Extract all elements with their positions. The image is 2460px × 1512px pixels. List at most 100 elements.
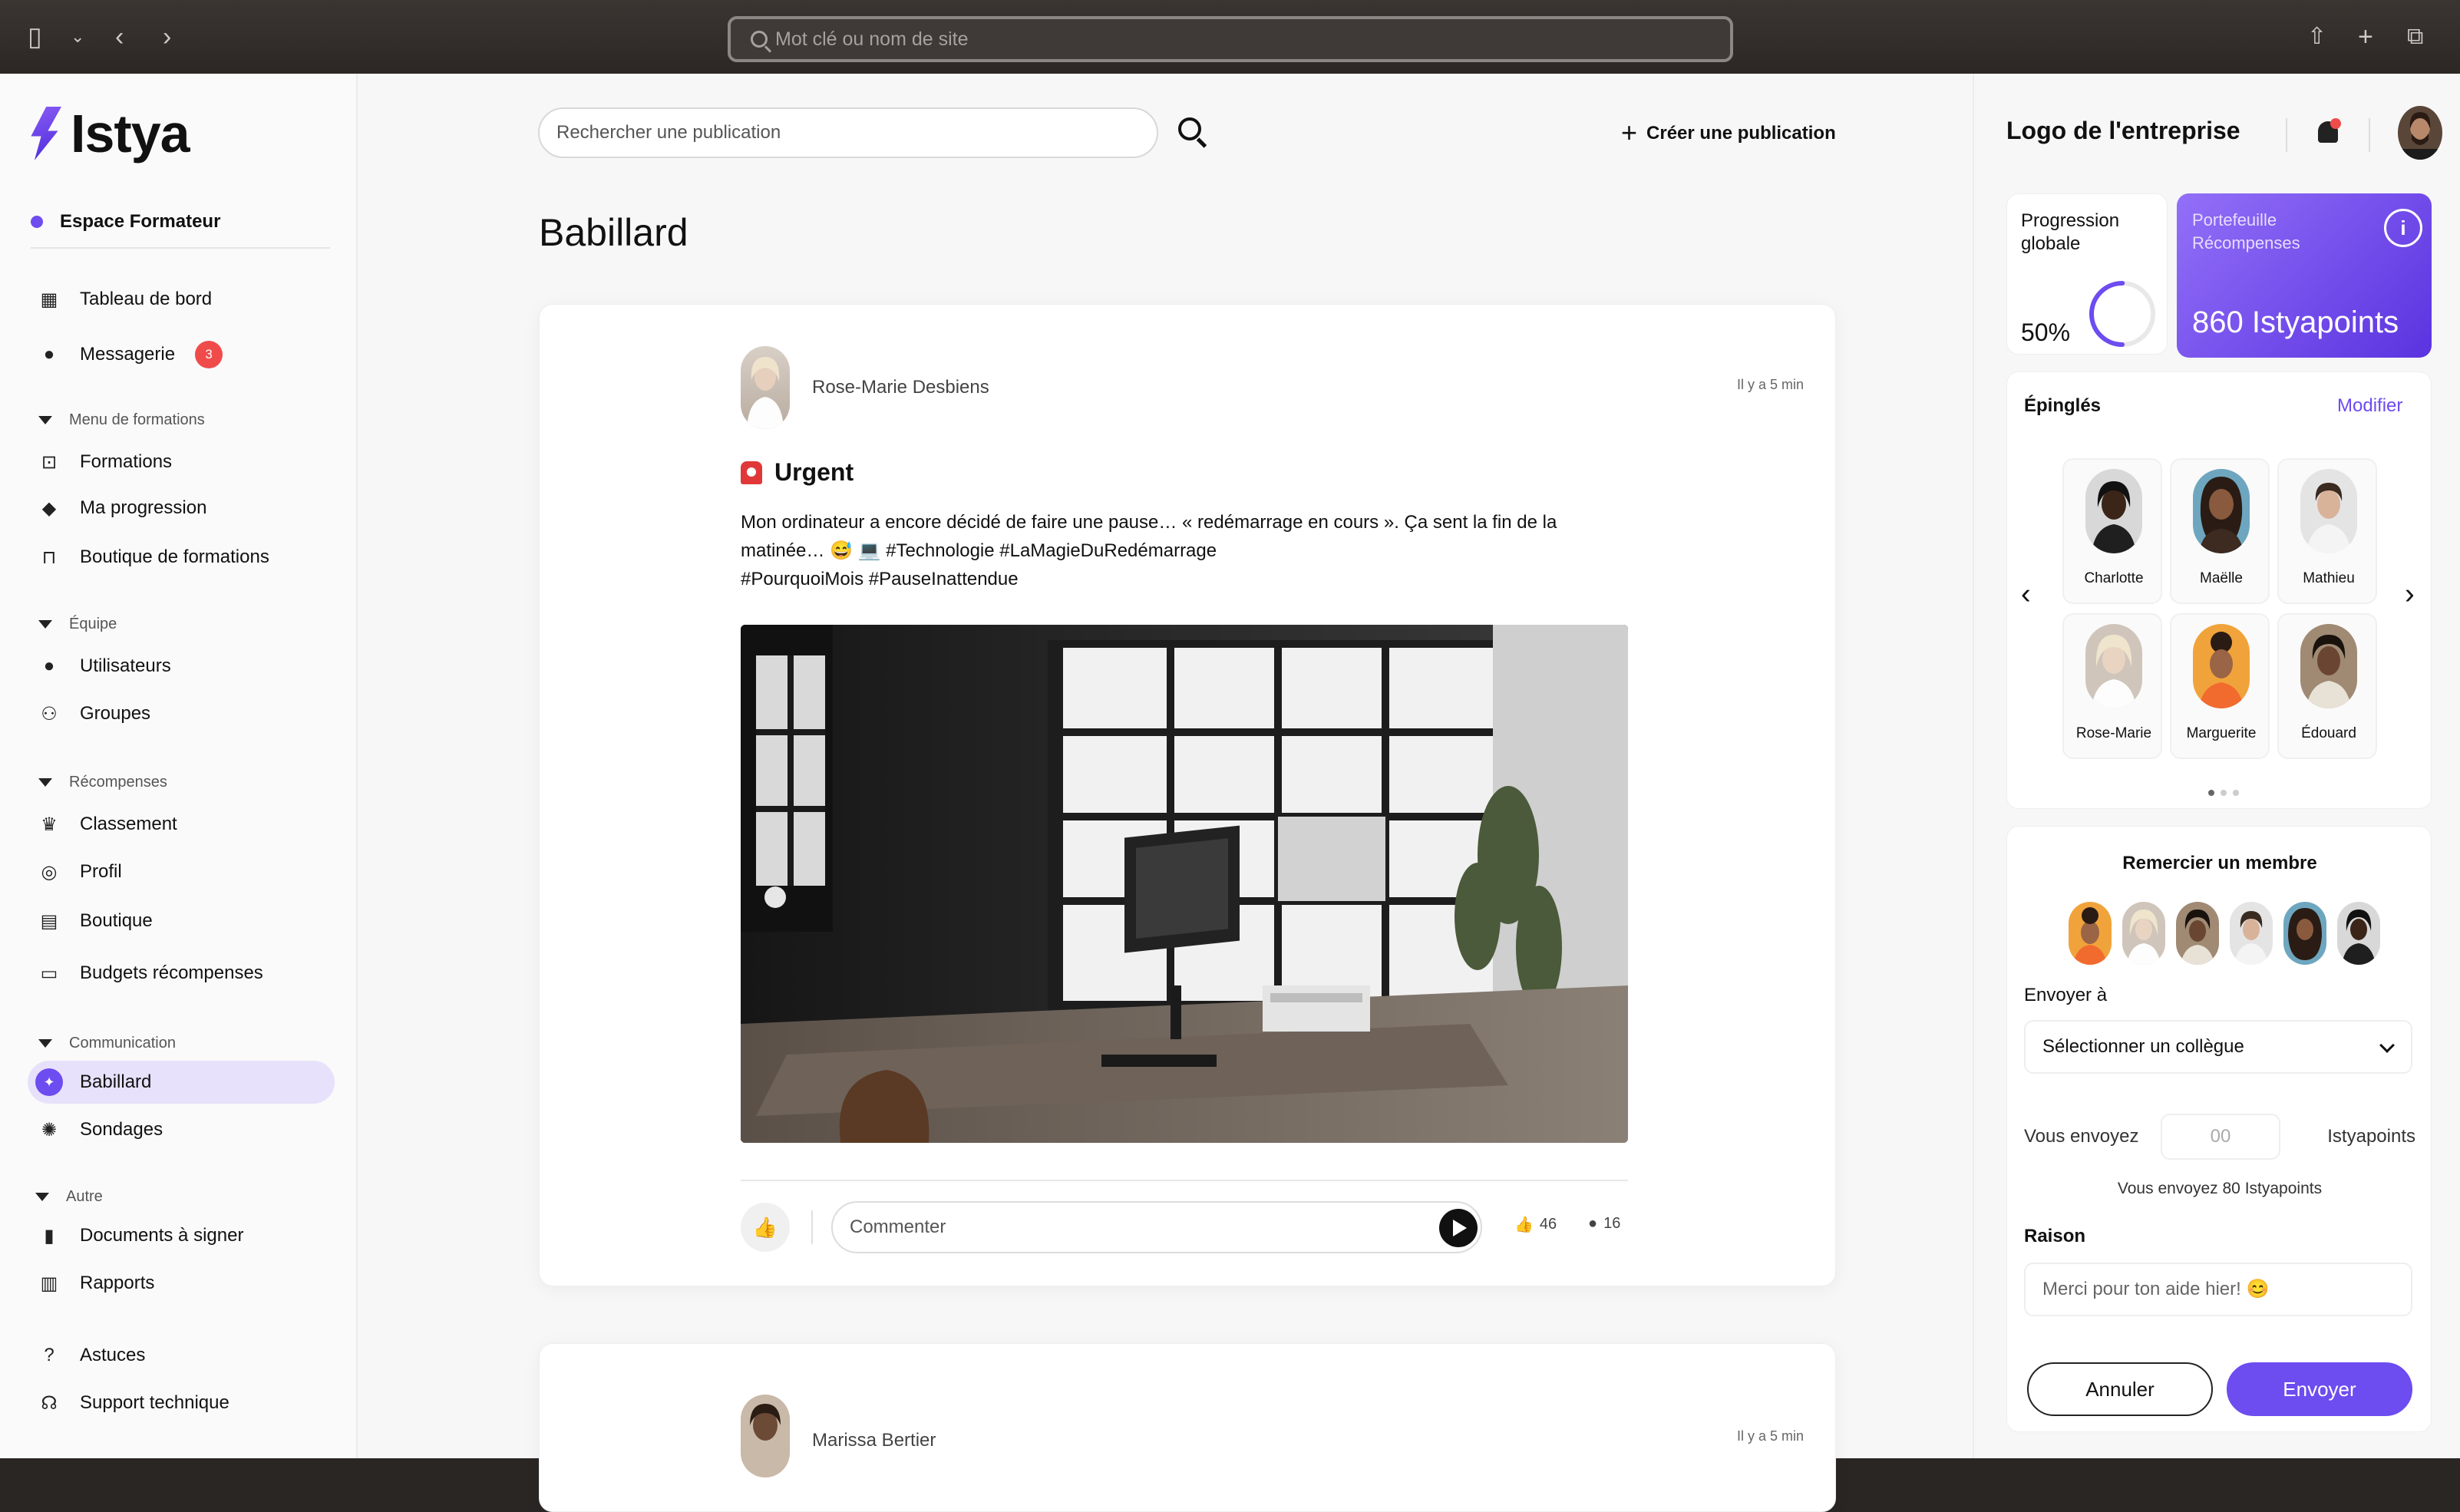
sidebar-item-label: Utilisateurs bbox=[80, 655, 171, 676]
store-icon: ▤ bbox=[40, 910, 58, 932]
pinned-member[interactable]: Mathieu bbox=[2277, 458, 2377, 604]
create-post-button[interactable]: + Créer une publication bbox=[1621, 117, 1836, 149]
divider bbox=[2286, 118, 2287, 152]
member-photo bbox=[2085, 469, 2142, 553]
section-training[interactable]: Menu de formations bbox=[38, 411, 205, 429]
post-author[interactable]: Marissa Bertier bbox=[812, 1430, 936, 1451]
pinned-member[interactable]: Charlotte bbox=[2062, 458, 2162, 604]
carousel-dots[interactable] bbox=[2208, 790, 2239, 796]
likes-value: 46 bbox=[1539, 1216, 1557, 1233]
pinned-member[interactable]: Rose-Marie bbox=[2062, 613, 2162, 759]
new-tab-icon[interactable]: + bbox=[2358, 21, 2373, 52]
sidebar-item-polls[interactable]: ✺ Sondages bbox=[28, 1108, 335, 1151]
chevron-left-icon[interactable]: ‹ bbox=[2021, 578, 2031, 611]
section-team[interactable]: Équipe bbox=[38, 616, 117, 633]
carousel-dot[interactable] bbox=[2233, 790, 2239, 796]
member-name: Maëlle bbox=[2200, 570, 2243, 586]
likes-count[interactable]: 👍 46 bbox=[1514, 1215, 1557, 1234]
sidebar-item-label: Sondages bbox=[80, 1119, 163, 1140]
sidebar-item-support[interactable]: ☊ Support technique bbox=[28, 1382, 335, 1425]
member-avatar[interactable] bbox=[2337, 902, 2380, 965]
page-title: Babillard bbox=[539, 211, 688, 254]
post-search-input[interactable]: Rechercher une publication bbox=[538, 107, 1158, 158]
share-icon[interactable]: ⇧ bbox=[2307, 21, 2326, 52]
carousel-dot[interactable] bbox=[2221, 790, 2227, 796]
author-avatar[interactable] bbox=[741, 346, 790, 429]
comments-count[interactable]: ● 16 bbox=[1588, 1215, 1620, 1233]
send-button[interactable]: Envoyer bbox=[2227, 1362, 2412, 1416]
like-button[interactable]: 👍 bbox=[741, 1203, 790, 1252]
sidebar-item-formations[interactable]: ⊡ Formations bbox=[28, 441, 335, 484]
sidebar-item-dashboard[interactable]: ▦ Tableau de bord bbox=[28, 278, 335, 321]
post-body-line: matinée… 😅 💻 #Technologie #LaMagieDuRedé… bbox=[741, 540, 1217, 561]
sidebar-item-reports[interactable]: ▥ Rapports bbox=[28, 1262, 335, 1305]
section-other[interactable]: Autre bbox=[35, 1188, 103, 1206]
member-avatar[interactable] bbox=[2283, 902, 2326, 965]
member-avatar[interactable] bbox=[2230, 902, 2273, 965]
sidebar-item-label: Support technique bbox=[80, 1392, 229, 1413]
amount-label: Vous envoyez bbox=[2024, 1126, 2139, 1147]
points-amount-row: Vous envoyez 00 Istyapoints bbox=[2024, 1114, 2415, 1160]
chevron-right-icon[interactable]: › bbox=[2405, 578, 2415, 611]
member-avatar[interactable] bbox=[2069, 902, 2112, 965]
pinned-member[interactable]: Édouard bbox=[2277, 613, 2377, 759]
document-icon: ▮ bbox=[44, 1225, 54, 1246]
pinned-member[interactable]: Maëlle bbox=[2170, 458, 2270, 604]
member-avatar[interactable] bbox=[2122, 902, 2165, 965]
comment-input[interactable]: Commenter bbox=[831, 1201, 1482, 1253]
sidebar-item-label: Boutique bbox=[80, 910, 153, 931]
colleague-select[interactable]: Sélectionner un collègue bbox=[2024, 1020, 2412, 1074]
unread-badge: 3 bbox=[195, 341, 223, 368]
comments-value: 16 bbox=[1603, 1215, 1621, 1232]
istya-logo[interactable]: Istya bbox=[28, 103, 190, 164]
reason-input[interactable]: Merci pour ton aide hier! 😊 bbox=[2024, 1263, 2412, 1316]
back-icon[interactable]: ‹ bbox=[115, 21, 124, 52]
pinned-members: Épinglés Modifier ‹ › Charlotte Maëlle M… bbox=[2006, 371, 2432, 809]
post-body-line: #PourquoiMois #PauseInattendue bbox=[741, 569, 1019, 589]
notifications-bell-icon[interactable] bbox=[2315, 118, 2341, 149]
post-author[interactable]: Rose-Marie Desbiens bbox=[812, 377, 989, 398]
sidebar-toggle-icon[interactable]: ▯ bbox=[28, 21, 42, 52]
sidebar-item-documents[interactable]: ▮ Documents à signer bbox=[28, 1214, 335, 1257]
post-image[interactable] bbox=[741, 625, 1628, 1143]
user-avatar[interactable] bbox=[2398, 106, 2442, 160]
sidebar-item-messaging[interactable]: ● Messagerie 3 bbox=[28, 333, 335, 376]
member-name: Marguerite bbox=[2186, 725, 2257, 741]
pinned-member[interactable]: Marguerite bbox=[2170, 613, 2270, 759]
author-avatar[interactable] bbox=[741, 1395, 790, 1477]
send-comment-button[interactable] bbox=[1439, 1209, 1478, 1247]
info-icon[interactable]: i bbox=[2384, 209, 2422, 247]
sidebar-item-progress[interactable]: ◆ Ma progression bbox=[28, 487, 335, 530]
company-logo[interactable]: Logo de l'entreprise bbox=[2006, 117, 2240, 145]
address-bar[interactable]: Mot clé ou nom de site bbox=[728, 16, 1733, 62]
app: Istya Espace Formateur ▦ Tableau de bord … bbox=[0, 74, 2460, 1512]
sidebar-item-babillard[interactable]: ✦ Babillard bbox=[28, 1061, 335, 1104]
sidebar-item-groups[interactable]: ⚇ Groupes bbox=[28, 692, 335, 735]
points-amount-input[interactable]: 00 bbox=[2161, 1114, 2280, 1160]
section-communication[interactable]: Communication bbox=[38, 1035, 176, 1052]
sidebar-item-tips[interactable]: ? Astuces bbox=[28, 1334, 335, 1377]
tabs-overview-icon[interactable]: ⧉ bbox=[2407, 21, 2423, 52]
cancel-button[interactable]: Annuler bbox=[2027, 1362, 2213, 1416]
section-rewards[interactable]: Récompenses bbox=[38, 774, 167, 791]
rewards-wallet-card[interactable]: Portefeuille Récompenses i 860 Istyapoin… bbox=[2177, 193, 2432, 358]
forward-icon[interactable]: › bbox=[163, 21, 171, 52]
sidebar-item-profile[interactable]: ◎ Profil bbox=[28, 850, 335, 893]
wallet-balance: 860 Istyapoints bbox=[2192, 305, 2399, 339]
workspace-switcher[interactable]: Espace Formateur bbox=[31, 204, 330, 249]
wallet-label-line: Portefeuille bbox=[2192, 210, 2277, 229]
search-button[interactable] bbox=[1175, 114, 1212, 151]
member-name: Charlotte bbox=[2084, 570, 2144, 586]
member-avatar[interactable] bbox=[2176, 902, 2219, 965]
sidebar-item-shop[interactable]: ▤ Boutique bbox=[28, 900, 335, 943]
chevron-down-icon bbox=[2379, 1038, 2395, 1053]
edit-pinned-link[interactable]: Modifier bbox=[2337, 395, 2402, 417]
carousel-dot[interactable] bbox=[2208, 790, 2214, 796]
sidebar-item-users[interactable]: ● Utilisateurs bbox=[28, 645, 335, 688]
sidebar-item-ranking[interactable]: ♛ Classement bbox=[28, 803, 335, 846]
sidebar-item-training-shop[interactable]: ⊓ Boutique de formations bbox=[28, 536, 335, 579]
chevron-down-icon[interactable]: ⌄ bbox=[71, 21, 84, 52]
member-photo bbox=[2300, 469, 2357, 553]
colleague-select-value: Sélectionner un collègue bbox=[2042, 1036, 2244, 1057]
sidebar-item-reward-budgets[interactable]: ▭ Budgets récompenses bbox=[28, 952, 335, 995]
